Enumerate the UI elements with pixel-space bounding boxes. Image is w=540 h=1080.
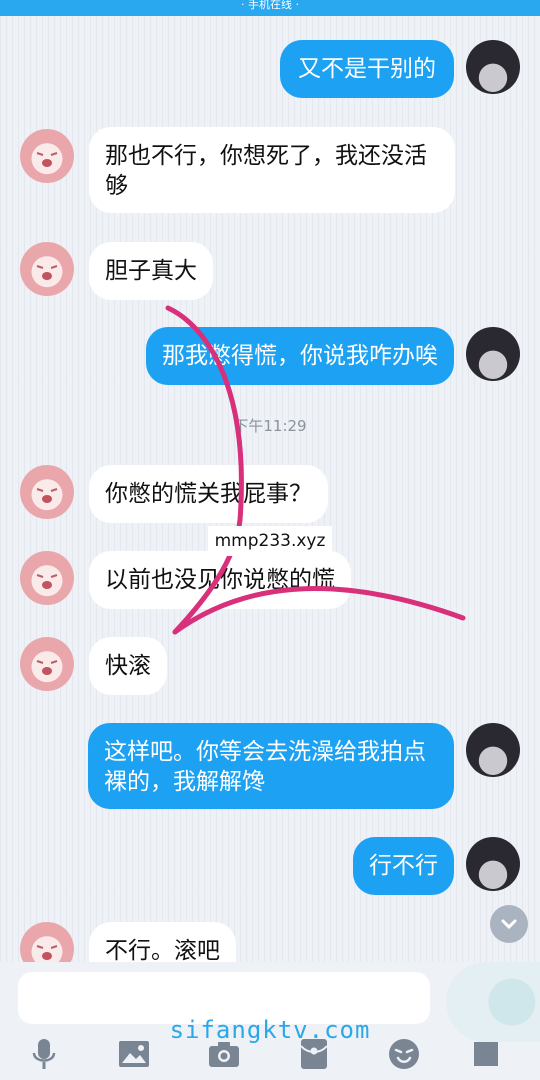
send-button[interactable]: [446, 962, 540, 1042]
image-button[interactable]: [114, 1034, 154, 1074]
scroll-to-bottom-button[interactable]: [490, 905, 528, 943]
my-avatar[interactable]: [466, 40, 520, 94]
incoming-message-bubble[interactable]: 快滚: [89, 637, 167, 695]
outgoing-message-bubble[interactable]: 行不行: [353, 837, 454, 895]
contact-avatar[interactable]: [20, 129, 74, 183]
incoming-message-bubble[interactable]: 胆子真大: [89, 242, 213, 300]
watermark-text: mmp233.xyz: [208, 526, 332, 556]
incoming-message-bubble[interactable]: 以前也没见你说憋的慌: [89, 551, 351, 609]
face-icon: [36, 574, 58, 589]
contact-avatar[interactable]: [20, 465, 74, 519]
my-avatar[interactable]: [466, 723, 520, 777]
status-bar: · 手机在线 ·: [0, 0, 540, 16]
outgoing-message-bubble[interactable]: 那我憋得慌，你说我咋办唉: [146, 327, 454, 385]
camera-icon: [209, 1042, 239, 1067]
face-icon: [36, 488, 58, 503]
microphone-icon: [32, 1039, 56, 1069]
chevron-down-icon: [501, 919, 517, 930]
contact-avatar[interactable]: [20, 637, 74, 691]
more-icon: [474, 1042, 498, 1066]
my-avatar[interactable]: [466, 837, 520, 891]
outgoing-message-bubble[interactable]: 这样吧。你等会去洗澡给我拍点 裸的，我解解馋: [88, 723, 454, 809]
face-icon: [36, 945, 58, 960]
outgoing-message-bubble[interactable]: 又不是干别的: [280, 40, 454, 98]
emoji-button[interactable]: [384, 1034, 424, 1074]
face-icon: [36, 660, 58, 675]
watermark-text: sifangktv.com: [169, 1016, 371, 1044]
more-button[interactable]: [466, 1034, 506, 1074]
contact-avatar[interactable]: [20, 242, 74, 296]
status-text: · 手机在线 ·: [241, 0, 299, 11]
face-icon: [36, 265, 58, 280]
face-icon: [36, 152, 58, 167]
my-avatar[interactable]: [466, 327, 520, 381]
image-icon: [119, 1041, 149, 1067]
contact-avatar[interactable]: [20, 551, 74, 605]
message-timestamp: 下午11:29: [233, 417, 307, 435]
incoming-message-bubble[interactable]: 那也不行，你想死了，我还没活 够: [89, 127, 455, 213]
emoji-icon: [389, 1039, 419, 1069]
microphone-button[interactable]: [24, 1034, 64, 1074]
incoming-message-bubble[interactable]: 你憋的慌关我屁事？: [89, 465, 328, 523]
